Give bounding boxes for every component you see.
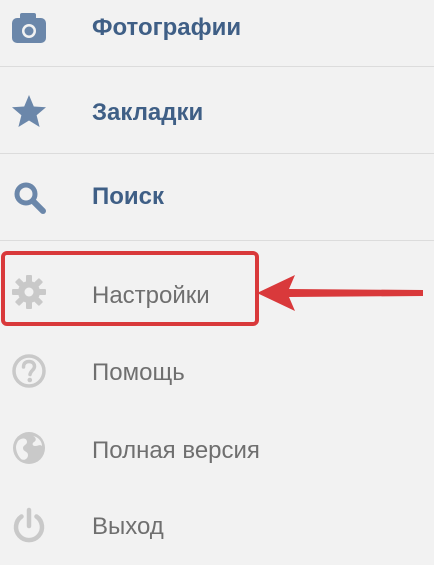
star-icon (10, 92, 48, 130)
search-icon (10, 178, 48, 216)
menu-item-full-version[interactable]: Полная версия (0, 410, 434, 488)
menu-item-label-full-version: Полная версия (92, 437, 260, 464)
side-menu: Фотографии Закладки Поиск Настройки Помо… (0, 0, 434, 565)
menu-item-bookmarks[interactable]: Закладки (0, 67, 434, 153)
camera-icon (10, 8, 48, 46)
menu-item-label-search: Поиск (92, 183, 165, 210)
menu-item-help[interactable]: Помощь (0, 332, 434, 410)
menu-item-label-bookmarks: Закладки (92, 99, 204, 126)
settings-highlight-box (1, 251, 259, 326)
power-icon (10, 507, 48, 545)
help-icon (10, 352, 48, 390)
pointer-arrow-icon (255, 272, 427, 314)
menu-item-photos[interactable]: Фотографии (0, 0, 434, 66)
divider (0, 240, 434, 241)
menu-item-label-photos: Фотографии (92, 14, 242, 41)
menu-item-logout[interactable]: Выход (0, 488, 434, 565)
menu-item-search[interactable]: Поиск (0, 154, 434, 240)
menu-item-label-logout: Выход (92, 513, 164, 540)
globe-icon (10, 429, 48, 467)
menu-item-label-help: Помощь (92, 359, 185, 386)
